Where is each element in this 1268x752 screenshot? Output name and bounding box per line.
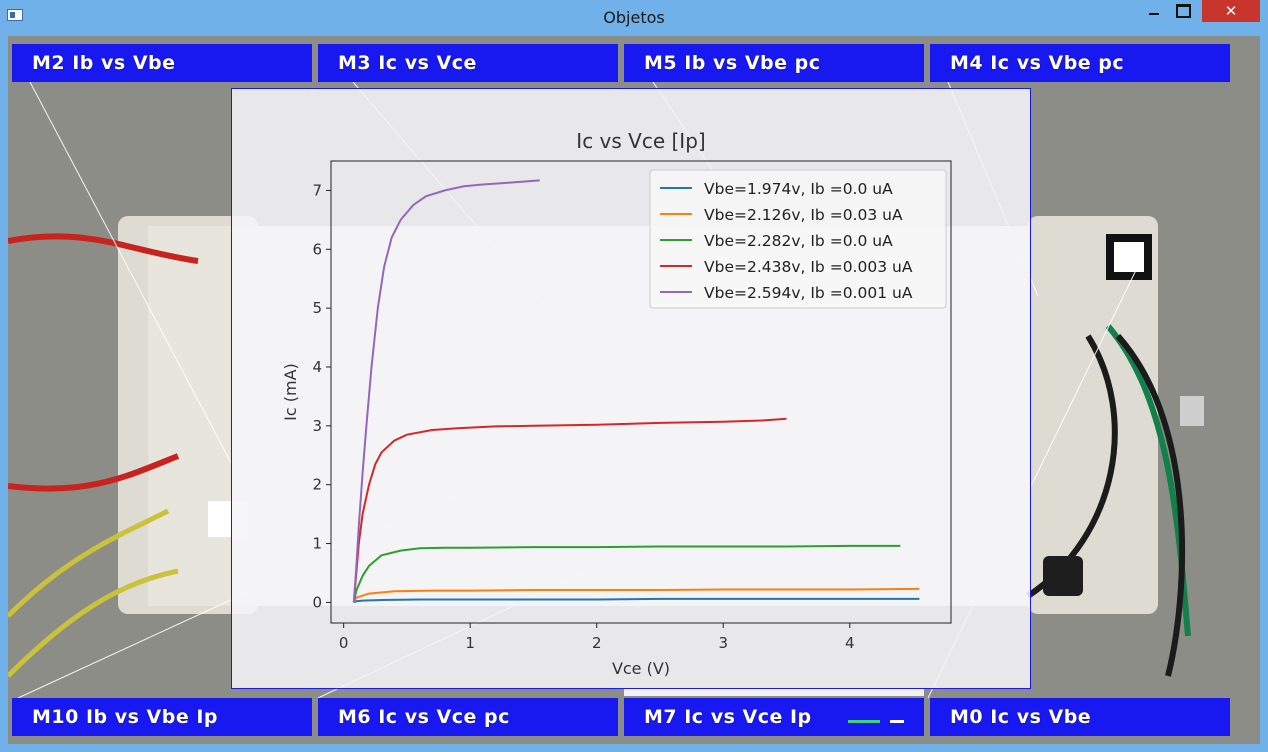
y-tick-label: 6 [312, 240, 322, 258]
x-tick-label: 0 [339, 634, 349, 652]
y-tick-label: 2 [312, 476, 322, 494]
series-line-3 [352, 417, 787, 603]
tab-m7-indicator [848, 720, 904, 723]
legend-label-4: Vbe=2.594v, Ib =0.001 uA [704, 284, 913, 302]
ic-vce-chart: Ic vs Vce [Ip] Vce (V) Ic (mA) 0 1 2 3 4 0 1 2 3 4 5 6… [281, 129, 952, 678]
legend-label-1: Vbe=2.126v, Ib =0.03 uA [704, 206, 903, 224]
tab-m4[interactable]: M4 Ic vs Vbe pc [930, 44, 1230, 82]
y-tick-label: 4 [312, 358, 322, 376]
tab-m10[interactable]: M10 Ib vs Vbe Ip [12, 698, 312, 736]
y-tick-label: 1 [312, 535, 322, 553]
series-line-2 [352, 544, 901, 603]
x-tick-label: 4 [845, 634, 855, 652]
tab-m7-underline [624, 689, 924, 696]
x-tick-label: 2 [592, 634, 602, 652]
y-tick-label: 7 [312, 181, 322, 199]
tab-m2[interactable]: M2 Ib vs Vbe [12, 44, 312, 82]
maximize-button[interactable] [1168, 0, 1198, 22]
plot-panel: Ic vs Vce [Ip] Vce (V) Ic (mA) 0 1 2 3 4 0 1 2 3 4 5 6… [231, 88, 1031, 689]
tab-m3[interactable]: M3 Ic vs Vce [318, 44, 618, 82]
legend-label-3: Vbe=2.438v, Ib =0.003 uA [704, 258, 913, 276]
x-tick-label: 1 [465, 634, 475, 652]
y-tick-label: 5 [312, 299, 322, 317]
y-tick-label: 3 [312, 417, 322, 435]
legend-label-0: Vbe=1.974v, Ib =0.0 uA [704, 180, 893, 198]
legend-label-2: Vbe=2.282v, Ib =0.0 uA [704, 232, 893, 250]
canvas-area: M2 Ib vs Vbe M3 Ic vs Vce M5 Ib vs Vbe p… [8, 36, 1260, 744]
x-tick-label: 3 [718, 634, 728, 652]
close-button[interactable]: ✕ [1202, 0, 1260, 22]
series-line-0 [353, 597, 920, 604]
chart-title: Ic vs Vce [Ip] [576, 129, 705, 153]
series-line-4 [352, 179, 540, 603]
minimize-button[interactable] [1140, 0, 1168, 22]
tab-m0[interactable]: M0 Ic vs Vbe [930, 698, 1230, 736]
x-axis-label: Vce (V) [612, 659, 670, 678]
y-tick-label: 0 [312, 593, 322, 611]
tab-m5[interactable]: M5 Ib vs Vbe pc [624, 44, 924, 82]
app-window: Objetos ✕ M2 Ib vs Vbe M3 Ic vs Vce M5 I… [0, 0, 1268, 752]
maximize-icon [1175, 4, 1191, 18]
window-title: Objetos [603, 8, 665, 27]
close-icon: ✕ [1224, 2, 1238, 20]
minimize-icon [1149, 13, 1159, 15]
title-bar[interactable]: Objetos ✕ [0, 0, 1268, 34]
tab-m6[interactable]: M6 Ic vs Vce pc [318, 698, 618, 736]
y-axis-label: Ic (mA) [281, 363, 300, 421]
